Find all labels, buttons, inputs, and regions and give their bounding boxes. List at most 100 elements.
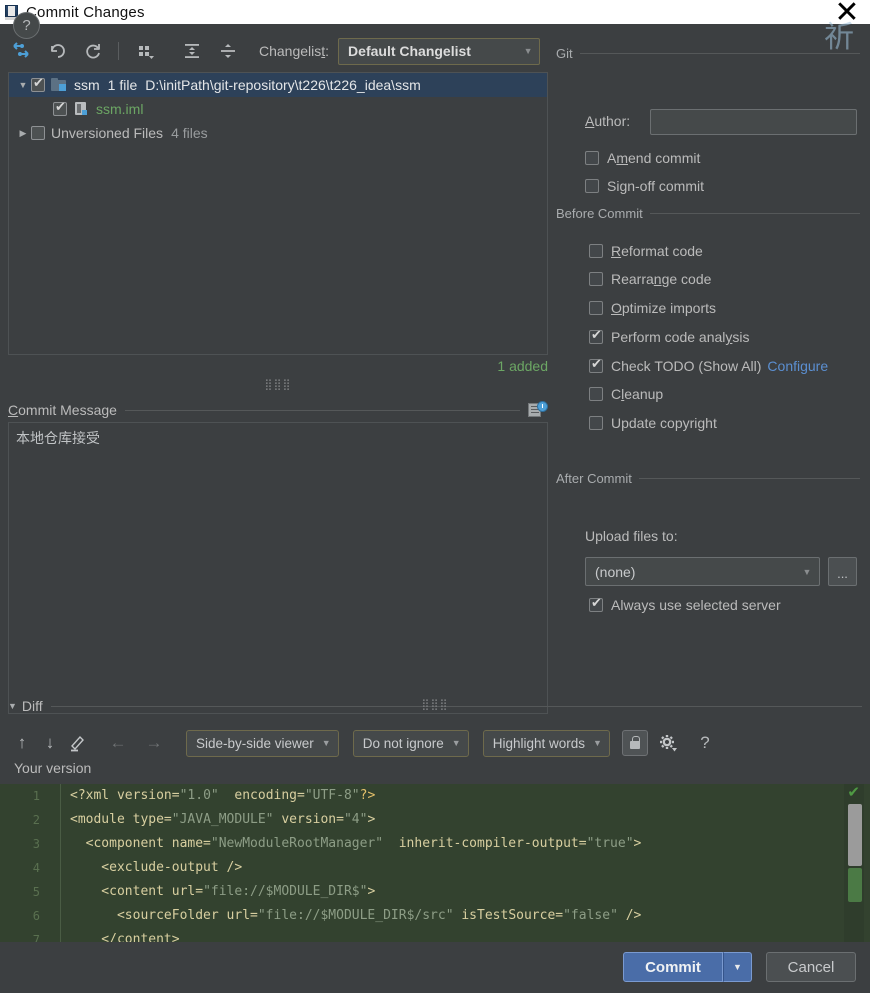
diff-code-viewer[interactable]: 1 2 3 4 5 6 7 <?xml version="1.0" encodi…: [0, 784, 870, 942]
amend-commit-row[interactable]: Amend commit: [585, 150, 700, 166]
collapse-triangle-icon[interactable]: ▼: [8, 701, 17, 711]
table-row[interactable]: ssm.iml: [9, 97, 547, 121]
check-todo-label: Check TODO (Show All): [611, 358, 762, 374]
amend-commit-checkbox[interactable]: [585, 151, 599, 165]
line-number-gutter: 1 2 3 4 5 6 7: [0, 784, 52, 942]
changelist-dropdown[interactable]: Default Changelist ▼: [338, 37, 541, 65]
diff-toolbar: ↑ ↓ ← → Side-by-side viewer ▼ Do not ign…: [8, 727, 862, 759]
rearrange-code-checkbox[interactable]: [589, 272, 603, 286]
cleanup-label: Cleanup: [611, 386, 664, 402]
folder-icon: [51, 77, 69, 93]
code-token: >: [633, 836, 642, 851]
perform-code-analysis-checkbox[interactable]: [589, 327, 603, 344]
row-checkbox[interactable]: [53, 99, 67, 116]
reformat-code-checkbox[interactable]: [589, 244, 603, 258]
question-icon[interactable]: ?: [692, 729, 718, 757]
row-checkbox[interactable]: [31, 75, 45, 92]
rearrange-code-row[interactable]: Rearrange code: [589, 271, 711, 287]
optimize-imports-checkbox[interactable]: [589, 301, 603, 315]
highlight-mode-value: Highlight words: [492, 735, 585, 751]
configure-todo-link[interactable]: Configure: [767, 358, 828, 374]
scrollbar-thumb[interactable]: [848, 804, 862, 866]
file-path: D:\initPath\git-repository\t226\t226_ide…: [145, 77, 421, 93]
divider: [124, 409, 520, 411]
revert-icon[interactable]: [42, 37, 72, 65]
code-token: "true": [586, 836, 634, 851]
expand-all-icon[interactable]: [177, 37, 207, 65]
file-count: 4 files: [171, 125, 208, 141]
ignore-mode-dropdown[interactable]: Do not ignore ▼: [352, 729, 469, 757]
next-file-icon[interactable]: →: [140, 729, 168, 757]
code-token: "false": [563, 908, 618, 923]
collapse-all-icon[interactable]: [213, 37, 243, 65]
gutter-divider: [60, 784, 61, 942]
code-text: <?xml version="1.0" encoding="UTF-8"?> <m…: [70, 784, 840, 942]
expand-triangle-icon[interactable]: ▶: [15, 128, 31, 139]
commit-message-header: Commit Message: [8, 400, 548, 420]
optimize-imports-row[interactable]: Optimize imports: [589, 300, 716, 316]
edit-source-icon[interactable]: [64, 729, 92, 757]
optimize-imports-label: Optimize imports: [611, 300, 717, 316]
check-todo-row[interactable]: Check TODO (Show All) Configure: [589, 356, 828, 374]
sign-off-commit-row[interactable]: Sign-off commit: [585, 178, 704, 194]
chevron-down-icon: ▼: [321, 738, 331, 748]
commit-options-arrow[interactable]: ▼: [723, 952, 752, 982]
code-token: <sourceFolder: [70, 908, 227, 923]
sign-off-commit-label: Sign-off commit: [607, 178, 704, 194]
chevron-down-icon: ▼: [802, 566, 812, 577]
refresh-icon[interactable]: [78, 37, 108, 65]
previous-difference-icon[interactable]: ↑: [8, 729, 36, 757]
changelist-value: Default Changelist: [348, 43, 471, 59]
cleanup-checkbox[interactable]: [589, 387, 603, 401]
show-diff-icon[interactable]: [6, 37, 36, 65]
help-button[interactable]: ?: [13, 12, 40, 39]
cleanup-row[interactable]: Cleanup: [589, 386, 663, 402]
gear-icon[interactable]: [654, 729, 682, 757]
previous-file-icon[interactable]: ←: [104, 729, 132, 757]
always-use-server-row[interactable]: Always use selected server: [589, 595, 781, 613]
upload-server-value: (none): [595, 563, 636, 580]
perform-code-analysis-row[interactable]: Perform code analysis: [589, 327, 750, 345]
changed-files-tree[interactable]: ▼ ssm 1 file D:\initPath\git-repository\…: [8, 72, 548, 355]
code-token: "UTF-8": [304, 788, 360, 803]
browse-servers-button[interactable]: ...: [828, 557, 857, 586]
code-token: type=: [132, 812, 172, 827]
group-by-icon[interactable]: [131, 37, 161, 65]
author-field[interactable]: [650, 109, 857, 135]
changelist-label: Changelist:: [259, 43, 330, 59]
row-checkbox[interactable]: [31, 126, 45, 140]
cancel-button[interactable]: Cancel: [766, 952, 856, 982]
check-todo-checkbox[interactable]: [589, 356, 603, 373]
code-token: >: [367, 812, 376, 827]
code-line: <?xml version="1.0" encoding="UTF-8"?>: [70, 784, 840, 808]
expand-triangle-icon[interactable]: ▼: [15, 80, 31, 90]
perform-code-analysis-label: Perform code analysis: [611, 329, 750, 345]
line-number: 6: [32, 909, 40, 923]
viewer-mode-dropdown[interactable]: Side-by-side viewer ▼: [186, 729, 339, 757]
reformat-code-label: Reformat code: [611, 243, 703, 259]
update-copyright-checkbox[interactable]: [589, 416, 603, 430]
update-copyright-row[interactable]: Update copyright: [589, 415, 717, 431]
commit-message-input[interactable]: 本地仓库接受: [8, 422, 548, 714]
line-number: 4: [32, 861, 40, 875]
splitter-handle[interactable]: ⣿⣿⣿: [0, 379, 556, 391]
commit-button[interactable]: Commit: [623, 952, 723, 982]
window-title: Commit Changes: [26, 3, 145, 21]
git-group-header: Git: [556, 46, 870, 61]
next-difference-icon[interactable]: ↓: [36, 729, 64, 757]
table-row[interactable]: ▼ ssm 1 file D:\initPath\git-repository\…: [9, 73, 547, 97]
lock-icon[interactable]: [621, 730, 648, 756]
divider: [638, 478, 860, 479]
code-token: version=: [273, 812, 344, 827]
upload-files-label: Upload files to:: [585, 528, 678, 544]
commit-history-icon[interactable]: [528, 401, 548, 419]
sign-off-commit-checkbox[interactable]: [585, 179, 599, 193]
reformat-code-row[interactable]: Reformat code: [589, 243, 703, 259]
diff-splitter-handle[interactable]: ⣿⣿⣿: [390, 698, 480, 712]
file-name: ssm.iml: [96, 101, 144, 117]
upload-server-dropdown[interactable]: (none) ▼: [585, 557, 820, 586]
highlight-mode-dropdown[interactable]: Highlight words ▼: [482, 729, 610, 757]
table-row[interactable]: ▶ Unversioned Files 4 files: [9, 121, 547, 145]
file-name: ssm: [74, 77, 100, 93]
always-use-server-checkbox[interactable]: [589, 595, 603, 612]
